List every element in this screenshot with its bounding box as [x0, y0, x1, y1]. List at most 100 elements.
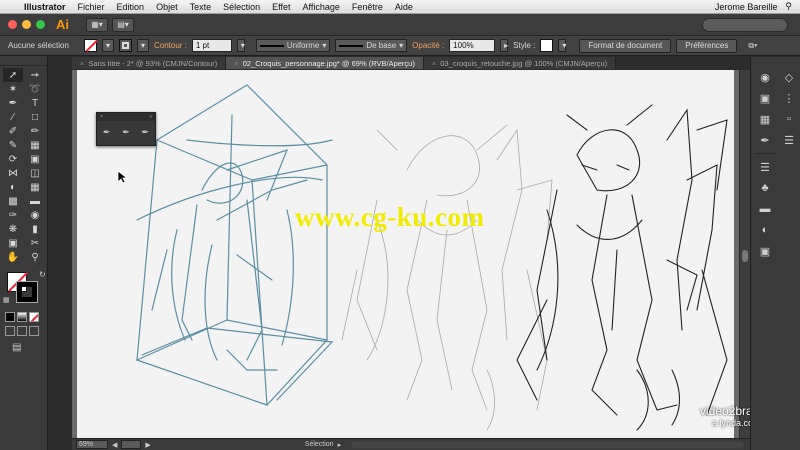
- menu-selection[interactable]: Sélection: [217, 2, 266, 12]
- artboard-tool-icon[interactable]: ▣: [3, 236, 23, 250]
- actions-icon[interactable]: ⋮: [779, 88, 799, 108]
- layers-icon[interactable]: ☰: [779, 130, 799, 150]
- artboard[interactable]: [77, 70, 734, 438]
- line-tool-icon[interactable]: ∕: [3, 110, 23, 124]
- horizontal-scrollbar[interactable]: [351, 441, 744, 448]
- brushes-icon[interactable]: ✒: [755, 130, 775, 150]
- paintbrush-tool-icon[interactable]: ✐: [3, 124, 23, 138]
- spotlight-search-icon[interactable]: ⚲: [785, 1, 792, 12]
- close-panel-icon[interactable]: ×: [100, 114, 103, 120]
- artboard-next-icon[interactable]: ▶: [145, 441, 150, 449]
- blend-tool-icon[interactable]: ◉: [25, 208, 45, 222]
- symbol-sprayer-tool-icon[interactable]: ❋: [3, 222, 23, 236]
- screen-mode-icon[interactable]: ▤: [0, 338, 47, 357]
- opacity-field[interactable]: 100%: [449, 39, 496, 52]
- draw-behind-icon[interactable]: [17, 326, 27, 336]
- shape-builder-tool-icon[interactable]: ◐: [3, 180, 23, 194]
- blob-brush-tool-icon[interactable]: ✎: [3, 138, 23, 152]
- status-menu-icon[interactable]: ▸: [338, 441, 342, 449]
- hand-tool-icon[interactable]: ✋: [3, 250, 23, 264]
- collapse-panel-icon[interactable]: »: [149, 114, 152, 120]
- tab-croquis-personnage[interactable]: × 02_Croquis_personnage.jpg* @ 69% (RVB/A…: [226, 57, 424, 69]
- document-canvas[interactable]: [72, 70, 739, 438]
- scale-tool-icon[interactable]: ▣: [25, 152, 45, 166]
- menu-aide[interactable]: Aide: [389, 2, 419, 12]
- toolbar-grip[interactable]: [0, 56, 47, 66]
- draw-normal-icon[interactable]: [5, 326, 15, 336]
- pencil-tool-icon[interactable]: ✏: [25, 124, 45, 138]
- document-setup-button[interactable]: Format de document: [579, 38, 672, 53]
- swap-fill-stroke-icon[interactable]: ↻: [39, 270, 46, 279]
- menu-edition[interactable]: Edition: [111, 2, 151, 12]
- navigator-icon[interactable]: ◇: [779, 67, 799, 87]
- eraser-tool-icon[interactable]: ▦: [25, 138, 45, 152]
- opacity-dropdown-icon[interactable]: ▸: [500, 39, 508, 52]
- preferences-button[interactable]: Préférences: [676, 38, 738, 53]
- type-tool-icon[interactable]: T: [25, 96, 45, 110]
- pen-tool-icon[interactable]: ✒: [3, 96, 23, 110]
- swatches-icon[interactable]: ▦: [755, 109, 775, 129]
- stroke-label[interactable]: Contour :: [154, 41, 187, 50]
- stroke-panel-icon[interactable]: ☰: [755, 157, 775, 177]
- minimize-window-button[interactable]: [22, 20, 31, 29]
- stroke-swatch[interactable]: [118, 39, 132, 52]
- stroke-dropdown-icon[interactable]: ▾: [136, 39, 149, 52]
- floating-brush-panel[interactable]: ×» ✒ ✒ ✒: [96, 112, 156, 146]
- opacity-label[interactable]: Opacité :: [412, 41, 444, 50]
- bridge-button[interactable]: ▦▾: [86, 17, 108, 32]
- eyedropper-tool-icon[interactable]: ✑: [3, 208, 23, 222]
- stroke-weight-field[interactable]: 1 pt: [191, 39, 232, 52]
- panel-header[interactable]: ×»: [97, 113, 155, 121]
- default-colors-icon[interactable]: ▦: [3, 296, 10, 304]
- menu-fenetre[interactable]: Fenêtre: [346, 2, 389, 12]
- free-transform-tool-icon[interactable]: ◫: [25, 166, 45, 180]
- draw-inside-icon[interactable]: [29, 326, 39, 336]
- style-dropdown-icon[interactable]: ▾: [558, 39, 566, 52]
- lasso-tool-icon[interactable]: ➰: [25, 82, 45, 96]
- magic-wand-tool-icon[interactable]: ✶: [3, 82, 23, 96]
- close-tab-icon[interactable]: ×: [432, 59, 436, 68]
- menu-affichage[interactable]: Affichage: [296, 2, 345, 12]
- tab-sans-titre-2[interactable]: × Sans titre - 2* @ 93% (CMJN/Contour): [72, 57, 227, 69]
- variable-width-profile[interactable]: Uniforme ▾: [255, 39, 331, 52]
- color-mode-icon[interactable]: [5, 312, 15, 322]
- brush-icon[interactable]: ✒: [103, 127, 111, 138]
- artboard-prev-icon[interactable]: ◀: [112, 441, 117, 449]
- color-panel-icon[interactable]: ◉: [755, 67, 775, 87]
- menu-illustrator[interactable]: Illustrator: [18, 2, 72, 12]
- gradient-tool-icon[interactable]: ▬: [25, 194, 45, 208]
- appearance-icon[interactable]: ▣: [755, 241, 775, 261]
- stroke-black-swatch[interactable]: [16, 281, 38, 303]
- scroll-thumb[interactable]: [742, 250, 748, 262]
- menu-texte[interactable]: Texte: [184, 2, 218, 12]
- menu-effet[interactable]: Effet: [266, 2, 296, 12]
- none-mode-icon[interactable]: [29, 312, 39, 322]
- tab-croquis-retouche[interactable]: × 03_croquis_retouche.jpg @ 100% (CMJN/Ap…: [423, 57, 617, 69]
- rotate-tool-icon[interactable]: ⟳: [3, 152, 23, 166]
- stroke-weight-dropdown-icon[interactable]: ▾: [236, 39, 245, 52]
- mesh-tool-icon[interactable]: ▩: [3, 194, 23, 208]
- artboard-number-field[interactable]: [121, 440, 142, 449]
- pathfinder-icon[interactable]: ▫: [779, 109, 799, 129]
- width-tool-icon[interactable]: ⋈: [3, 166, 23, 180]
- gradient-panel-icon[interactable]: ▬: [755, 199, 775, 219]
- fill-dropdown-icon[interactable]: ▾: [101, 39, 114, 52]
- gradient-mode-icon[interactable]: [17, 312, 27, 322]
- brush-definition[interactable]: De base ▾: [335, 39, 408, 52]
- graphic-style-swatch[interactable]: [540, 39, 554, 52]
- arrange-icon[interactable]: ⧉▾: [748, 41, 757, 51]
- zoom-window-button[interactable]: [36, 20, 45, 29]
- rectangle-tool-icon[interactable]: □: [25, 110, 45, 124]
- fill-swatch[interactable]: [83, 39, 97, 52]
- close-tab-icon[interactable]: ×: [80, 59, 84, 68]
- arrange-documents-button[interactable]: ▤▾: [112, 17, 134, 32]
- color-guide-icon[interactable]: ▣: [755, 88, 775, 108]
- transparency-icon[interactable]: ◐: [755, 220, 775, 240]
- zoom-field[interactable]: 69%: [76, 440, 108, 449]
- search-field[interactable]: [702, 17, 788, 32]
- menu-fichier[interactable]: Fichier: [72, 2, 111, 12]
- close-tab-icon[interactable]: ×: [234, 59, 238, 68]
- close-window-button[interactable]: [8, 20, 17, 29]
- perspective-grid-tool-icon[interactable]: ▦: [25, 180, 45, 194]
- vertical-scrollbar[interactable]: [740, 70, 750, 438]
